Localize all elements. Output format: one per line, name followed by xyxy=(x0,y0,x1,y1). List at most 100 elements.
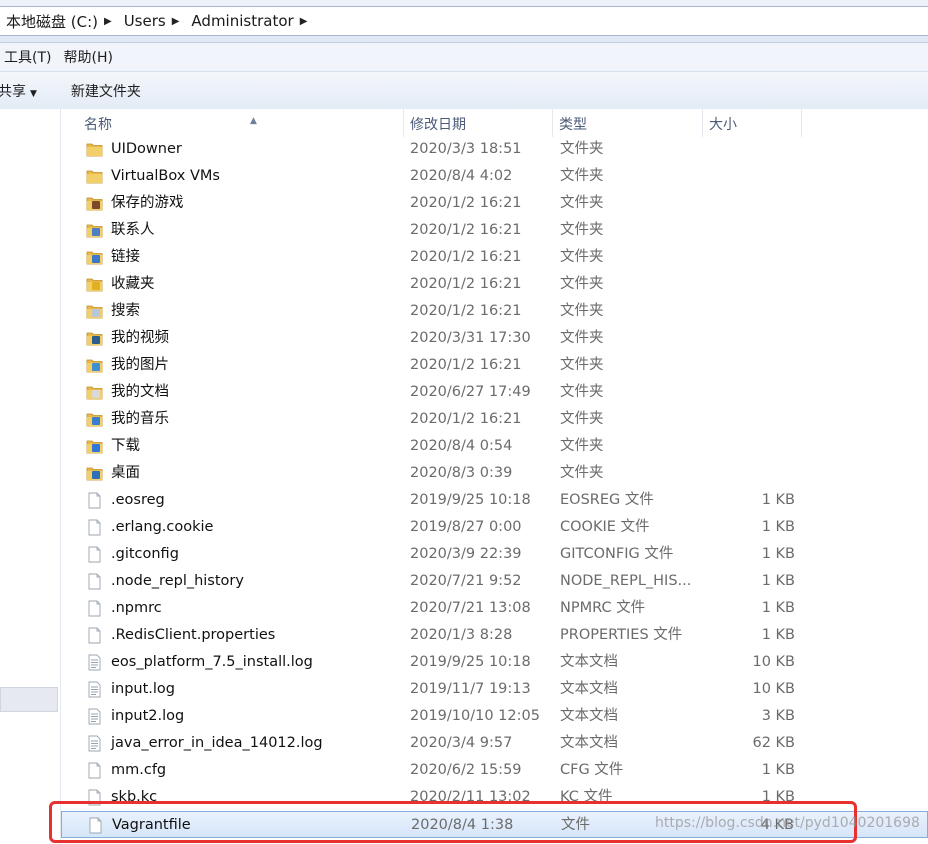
column-header-type-label: 类型 xyxy=(559,117,587,133)
file-date: 2020/1/2 16:21 xyxy=(410,249,522,265)
share-button-label: 共享 xyxy=(0,83,26,100)
documents-folder-icon xyxy=(86,384,103,401)
file-list-view: 名称 ▲ 修改日期 类型 大小 UIDowner 2020/3/3 18:51 文件… xyxy=(61,109,928,844)
chevron-right-icon[interactable]: ▶ xyxy=(104,16,112,27)
file-row[interactable]: .erlang.cookie 2019/8/27 0:00 COOKIE 文件 1 K… xyxy=(61,514,928,541)
menu-help[interactable]: 帮助(H) xyxy=(59,47,120,67)
file-type: 文件夹 xyxy=(560,249,604,265)
file-row[interactable]: 下载 2020/8/4 0:54 文件夹 xyxy=(61,433,928,460)
file-row[interactable]: 搜索 2020/1/2 16:21 文件夹 xyxy=(61,298,928,325)
file-row[interactable]: 我的音乐 2020/1/2 16:21 文件夹 xyxy=(61,406,928,433)
file-type: 文本文档 xyxy=(560,735,618,751)
file-row[interactable]: skb.kc 2020/2/11 13:02 KC 文件 1 KB xyxy=(61,784,928,811)
file-size: 1 KB xyxy=(761,492,795,508)
file-type: 文本文档 xyxy=(560,681,618,697)
column-header-date-label: 修改日期 xyxy=(410,117,466,133)
file-type: 文件夹 xyxy=(560,303,604,319)
file-type: 文件夹 xyxy=(560,195,604,211)
file-row[interactable]: 我的文档 2020/6/27 17:49 文件夹 xyxy=(61,379,928,406)
file-size: 1 KB xyxy=(761,789,795,805)
file-name: 收藏夹 xyxy=(111,276,155,292)
file-row[interactable]: input.log 2019/11/7 19:13 文本文档 10 KB xyxy=(61,676,928,703)
file-date: 2019/9/25 10:18 xyxy=(410,492,531,508)
file-date: 2020/1/2 16:21 xyxy=(410,276,522,292)
text-file-icon xyxy=(86,735,103,752)
file-name: mm.cfg xyxy=(111,762,167,778)
file-row[interactable]: VirtualBox VMs 2020/8/4 4:02 文件夹 xyxy=(61,163,928,190)
file-size: 10 KB xyxy=(752,654,795,670)
file-type: PROPERTIES 文件 xyxy=(560,627,683,643)
file-icon xyxy=(86,789,103,806)
breadcrumb[interactable]: 本地磁盘 (C:) ▶ Users ▶ Administrator ▶ xyxy=(0,6,928,36)
file-size: 1 KB xyxy=(761,600,795,616)
file-date: 2020/1/2 16:21 xyxy=(410,357,522,373)
file-date: 2020/1/3 8:28 xyxy=(410,627,513,643)
file-name: input.log xyxy=(111,681,176,697)
file-row[interactable]: java_error_in_idea_14012.log 2020/3/4 9:5… xyxy=(61,730,928,757)
file-row[interactable]: eos_platform_7.5_install.log 2019/9/25 10… xyxy=(61,649,928,676)
file-name: .eosreg xyxy=(111,492,165,508)
file-type: NPMRC 文件 xyxy=(560,600,646,616)
column-header-name[interactable]: 名称 ▲ xyxy=(78,109,404,137)
file-date: 2019/10/10 12:05 xyxy=(410,708,540,724)
file-row[interactable]: 我的图片 2020/1/2 16:21 文件夹 xyxy=(61,352,928,379)
menu-bar: 工具(T) 帮助(H) xyxy=(0,43,928,71)
videos-folder-icon xyxy=(86,330,103,347)
breadcrumb-item-users[interactable]: Users xyxy=(124,12,166,30)
chevron-right-icon[interactable]: ▶ xyxy=(172,16,180,27)
links-folder-icon xyxy=(86,249,103,266)
file-name: 下载 xyxy=(111,438,140,454)
menu-tools[interactable]: 工具(T) xyxy=(0,47,59,67)
file-icon xyxy=(86,600,103,617)
share-button[interactable]: 共享 ▼ xyxy=(0,81,37,101)
column-header-size[interactable]: 大小 xyxy=(703,109,802,137)
file-size: 4 KB xyxy=(760,817,794,833)
file-row[interactable]: 保存的游戏 2020/1/2 16:21 文件夹 xyxy=(61,190,928,217)
file-row[interactable]: .node_repl_history 2020/7/21 9:52 NODE_REP… xyxy=(61,568,928,595)
chevron-right-icon[interactable]: ▶ xyxy=(300,16,308,27)
file-type: 文件夹 xyxy=(560,465,604,481)
file-name: 我的视频 xyxy=(111,330,169,346)
breadcrumb-item-drive[interactable]: 本地磁盘 (C:) xyxy=(6,11,98,32)
file-row[interactable]: .gitconfig 2020/3/9 22:39 GITCONFIG 文件 1 KB xyxy=(61,541,928,568)
file-row[interactable]: .RedisClient.properties 2020/1/3 8:28 PROP… xyxy=(61,622,928,649)
file-name: 搜索 xyxy=(111,303,140,319)
file-name: .RedisClient.properties xyxy=(111,627,276,643)
pictures-folder-icon xyxy=(86,357,103,374)
file-date: 2020/3/4 9:57 xyxy=(410,735,513,751)
file-row[interactable]: .eosreg 2019/9/25 10:18 EOSREG 文件 1 KB xyxy=(61,487,928,514)
column-header-type[interactable]: 类型 xyxy=(553,109,703,137)
file-icon xyxy=(87,817,104,834)
sort-ascending-icon: ▲ xyxy=(250,116,257,126)
file-row[interactable]: 联系人 2020/1/2 16:21 文件夹 xyxy=(61,217,928,244)
file-date: 2020/6/2 15:59 xyxy=(410,762,522,778)
file-date: 2020/1/2 16:21 xyxy=(410,222,522,238)
file-type: GITCONFIG 文件 xyxy=(560,546,674,562)
file-name: .npmrc xyxy=(111,600,162,616)
file-row[interactable]: mm.cfg 2020/6/2 15:59 CFG 文件 1 KB xyxy=(61,757,928,784)
new-folder-button[interactable]: 新建文件夹 xyxy=(71,81,141,101)
file-name: skb.kc xyxy=(111,789,158,805)
downloads-folder-icon xyxy=(86,438,103,455)
file-row[interactable]: UIDowner 2020/3/3 18:51 文件夹 xyxy=(61,136,928,163)
nav-selected-item[interactable] xyxy=(0,687,58,712)
file-row[interactable]: 我的视频 2020/3/31 17:30 文件夹 xyxy=(61,325,928,352)
file-icon xyxy=(86,546,103,563)
searches-folder-icon xyxy=(86,303,103,320)
file-type: 文本文档 xyxy=(560,708,618,724)
file-row[interactable]: input2.log 2019/10/10 12:05 文本文档 3 KB xyxy=(61,703,928,730)
breadcrumb-item-administrator[interactable]: Administrator xyxy=(191,12,293,30)
file-row[interactable]: 收藏夹 2020/1/2 16:21 文件夹 xyxy=(61,271,928,298)
navigation-pane[interactable] xyxy=(0,109,61,844)
file-size: 1 KB xyxy=(761,762,795,778)
file-icon xyxy=(86,762,103,779)
file-row[interactable]: 链接 2020/1/2 16:21 文件夹 xyxy=(61,244,928,271)
file-type: 文件夹 xyxy=(560,222,604,238)
file-date: 2020/1/2 16:21 xyxy=(410,411,522,427)
file-row[interactable]: 桌面 2020/8/3 0:39 文件夹 xyxy=(61,460,928,487)
column-header-date[interactable]: 修改日期 xyxy=(404,109,553,137)
file-row[interactable]: Vagrantfile 2020/8/4 1:38 文件 4 KB xyxy=(61,811,928,838)
file-row[interactable]: .npmrc 2020/7/21 13:08 NPMRC 文件 1 KB xyxy=(61,595,928,622)
file-type: 文件夹 xyxy=(560,438,604,454)
file-type: 文件夹 xyxy=(560,411,604,427)
